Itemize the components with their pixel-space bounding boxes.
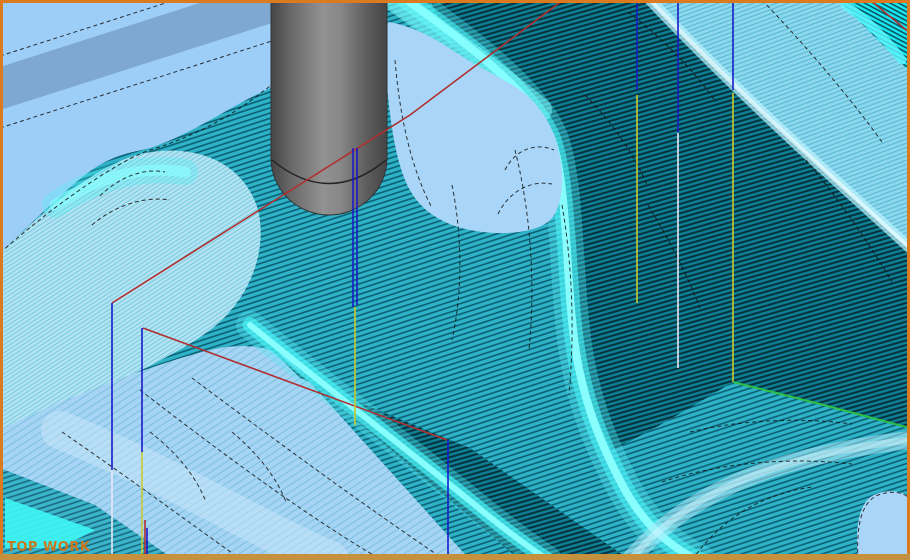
view-orientation-label: TOP WORK	[7, 540, 91, 555]
viewport-border-bottom	[0, 554, 910, 560]
cutter-tool	[271, 0, 387, 215]
cam-3d-viewport[interactable]: TOP WORK	[0, 0, 910, 560]
cam-viewport-window: TOP WORK	[0, 0, 910, 560]
tool-body	[271, 0, 387, 215]
